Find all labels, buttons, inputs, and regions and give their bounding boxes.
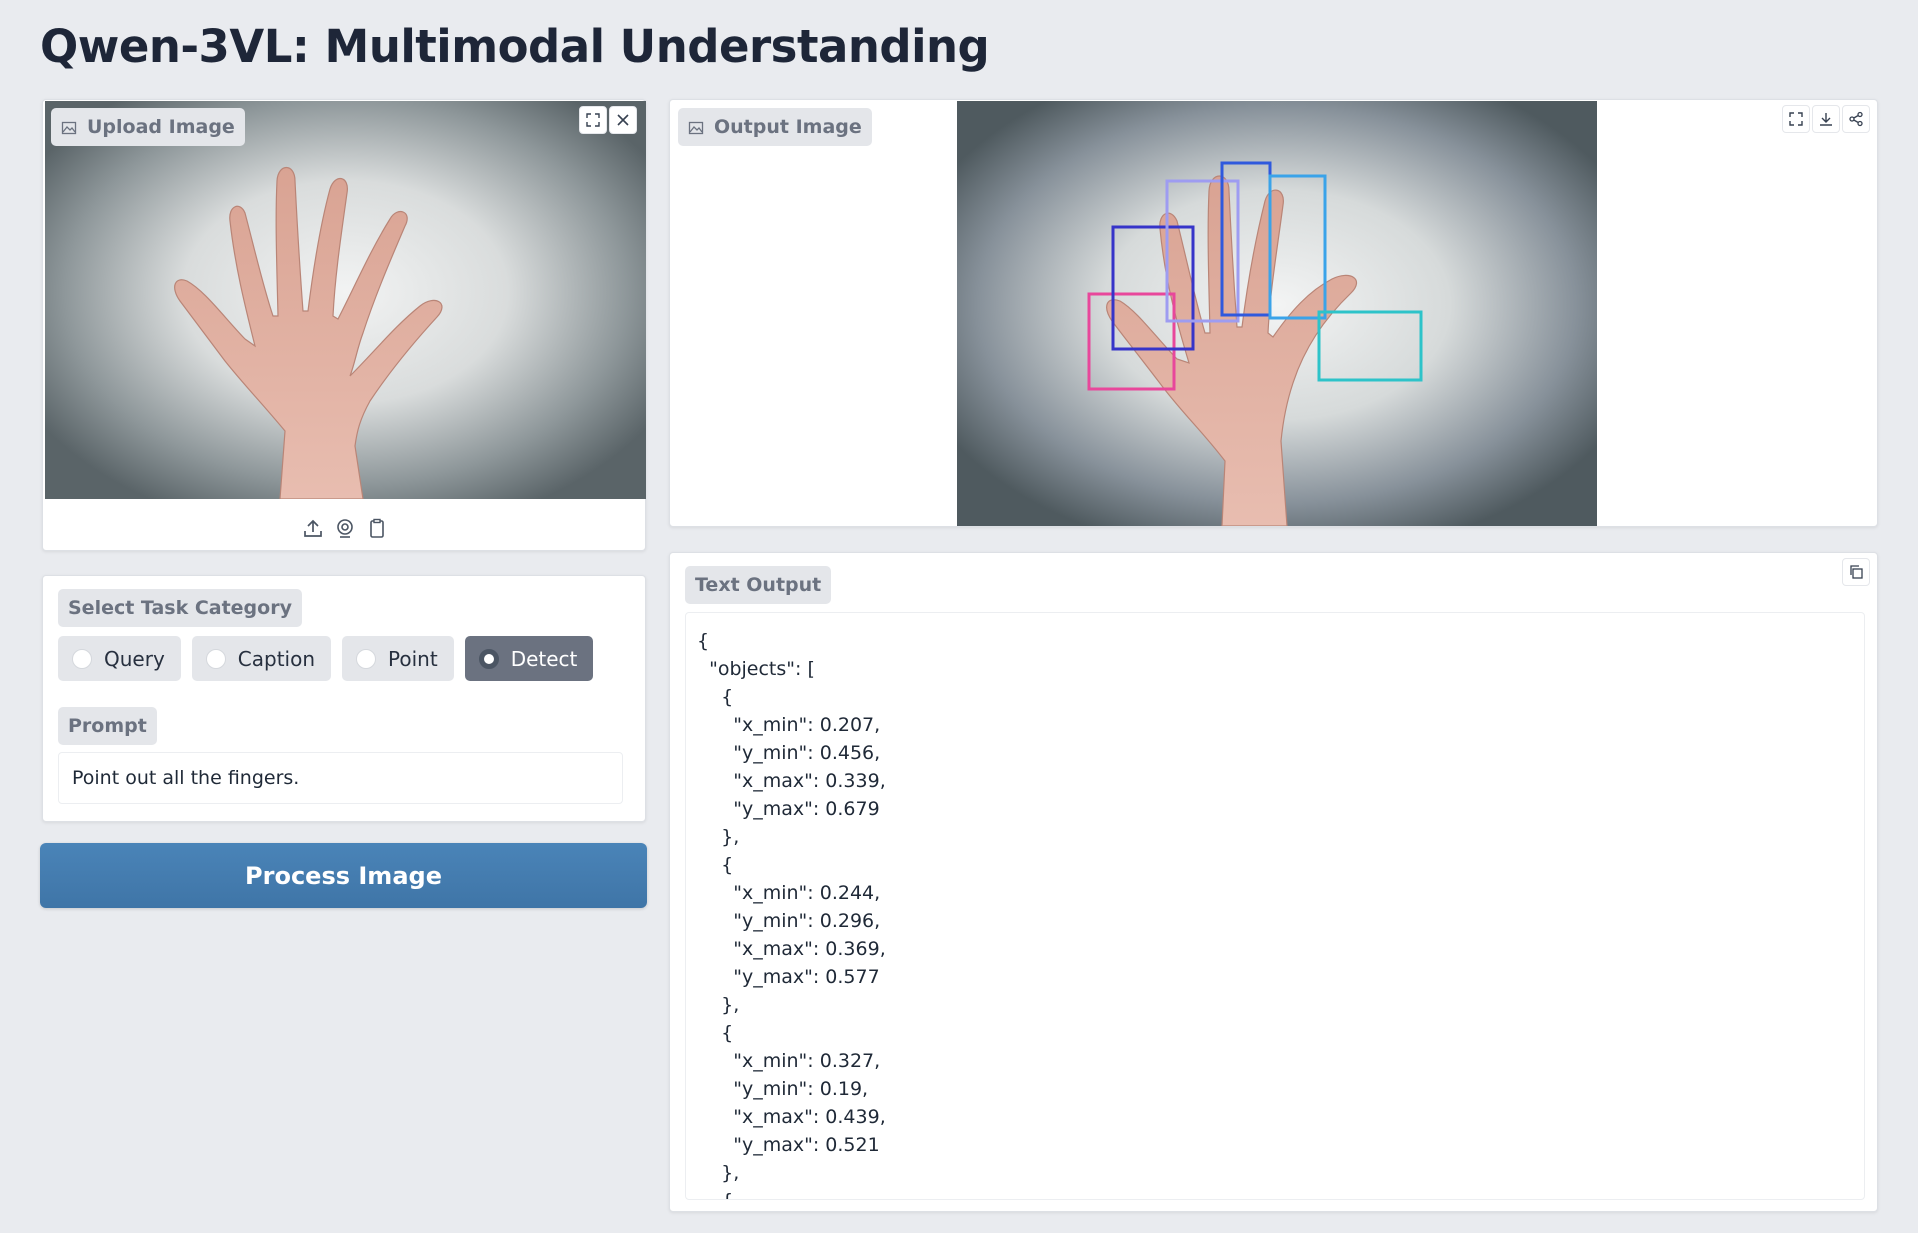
upload-icon	[303, 519, 322, 537]
text-output-line: },	[697, 994, 740, 1016]
task-radio-group: Query Caption Point Detect	[58, 636, 594, 681]
text-output-line: "x_min": 0.244,	[697, 882, 881, 904]
fullscreen-button[interactable]	[579, 106, 607, 134]
prompt-input[interactable]: Point out all the fingers.	[58, 752, 623, 804]
text-output-line: {	[697, 854, 734, 876]
radio-circle-selected	[478, 648, 499, 669]
page-title: Qwen-3VL: Multimodal Understanding	[40, 20, 990, 73]
text-output-line: {	[697, 686, 734, 708]
share-icon	[1849, 111, 1863, 127]
paste-clipboard-button[interactable]	[366, 517, 388, 543]
text-output-line: "x_max": 0.369,	[697, 938, 886, 960]
text-output-line: "x_max": 0.439,	[697, 1106, 886, 1128]
download-button[interactable]	[1812, 105, 1840, 133]
close-icon	[617, 114, 629, 126]
output-image-label: Output Image	[678, 108, 872, 146]
detection-box	[1317, 310, 1423, 382]
download-icon	[1820, 113, 1832, 126]
upload-image-panel[interactable]: Upload Image	[42, 99, 646, 551]
text-output-line: {	[697, 1022, 734, 1044]
fullscreen-icon	[586, 113, 600, 127]
text-output-line: "x_min": 0.327,	[697, 1050, 881, 1072]
upload-button[interactable]	[302, 517, 324, 543]
output-image-panel: Output Image	[669, 99, 1878, 527]
text-output-line: "y_max": 0.679	[697, 798, 880, 820]
share-button[interactable]	[1842, 105, 1870, 133]
fullscreen-button[interactable]	[1782, 105, 1810, 133]
radio-circle	[72, 648, 92, 669]
image-icon	[61, 119, 77, 135]
clipboard-icon	[369, 518, 384, 538]
task-category-label: Select Task Category	[58, 589, 302, 627]
upload-image-label: Upload Image	[51, 108, 245, 146]
text-output-line: "y_max": 0.577	[697, 966, 880, 988]
radio-query[interactable]: Query	[58, 636, 181, 681]
webcam-button[interactable]	[334, 517, 356, 543]
text-output-content[interactable]: { "objects": [ { "x_min": 0.207, "y_min"…	[685, 612, 1865, 1200]
webcam-icon	[336, 519, 353, 538]
text-output-line: "x_min": 0.207,	[697, 714, 881, 736]
text-output-line: },	[697, 826, 740, 848]
text-output-line: "y_max": 0.521	[697, 1134, 880, 1156]
copy-button[interactable]	[1842, 558, 1870, 586]
text-output-line: "x_max": 0.339,	[697, 770, 886, 792]
text-output-line: {	[697, 1187, 1853, 1199]
text-output-label: Text Output	[685, 566, 832, 604]
image-icon	[688, 119, 704, 135]
task-settings-panel: Select Task Category Query Caption Point…	[42, 575, 646, 822]
process-image-button[interactable]: Process Image	[40, 843, 647, 908]
annotated-hand-photo	[1087, 161, 1423, 526]
text-output-line: "y_min": 0.296,	[697, 910, 881, 932]
radio-circle	[356, 648, 377, 669]
radio-circle	[205, 648, 226, 669]
radio-detect[interactable]: Detect	[464, 636, 594, 681]
text-output-line: "objects": [	[697, 658, 815, 680]
hand-photo	[174, 166, 443, 499]
radio-point[interactable]: Point	[342, 636, 454, 681]
text-output-line: },	[697, 1162, 740, 1184]
copy-icon	[1850, 565, 1863, 579]
uploaded-image	[45, 101, 646, 499]
text-output-line: "y_min": 0.456,	[697, 742, 881, 764]
text-output-panel: Text Output { "objects": [ { "x_min": 0.…	[669, 552, 1878, 1212]
prompt-label: Prompt	[58, 707, 157, 745]
text-output-line: "y_min": 0.19,	[697, 1078, 869, 1100]
image-source-toolbar	[43, 510, 646, 550]
fullscreen-icon	[1789, 112, 1803, 126]
radio-caption[interactable]: Caption	[191, 636, 332, 681]
text-output-line: {	[697, 630, 710, 652]
clear-image-button[interactable]	[609, 106, 637, 134]
output-image	[957, 101, 1597, 526]
